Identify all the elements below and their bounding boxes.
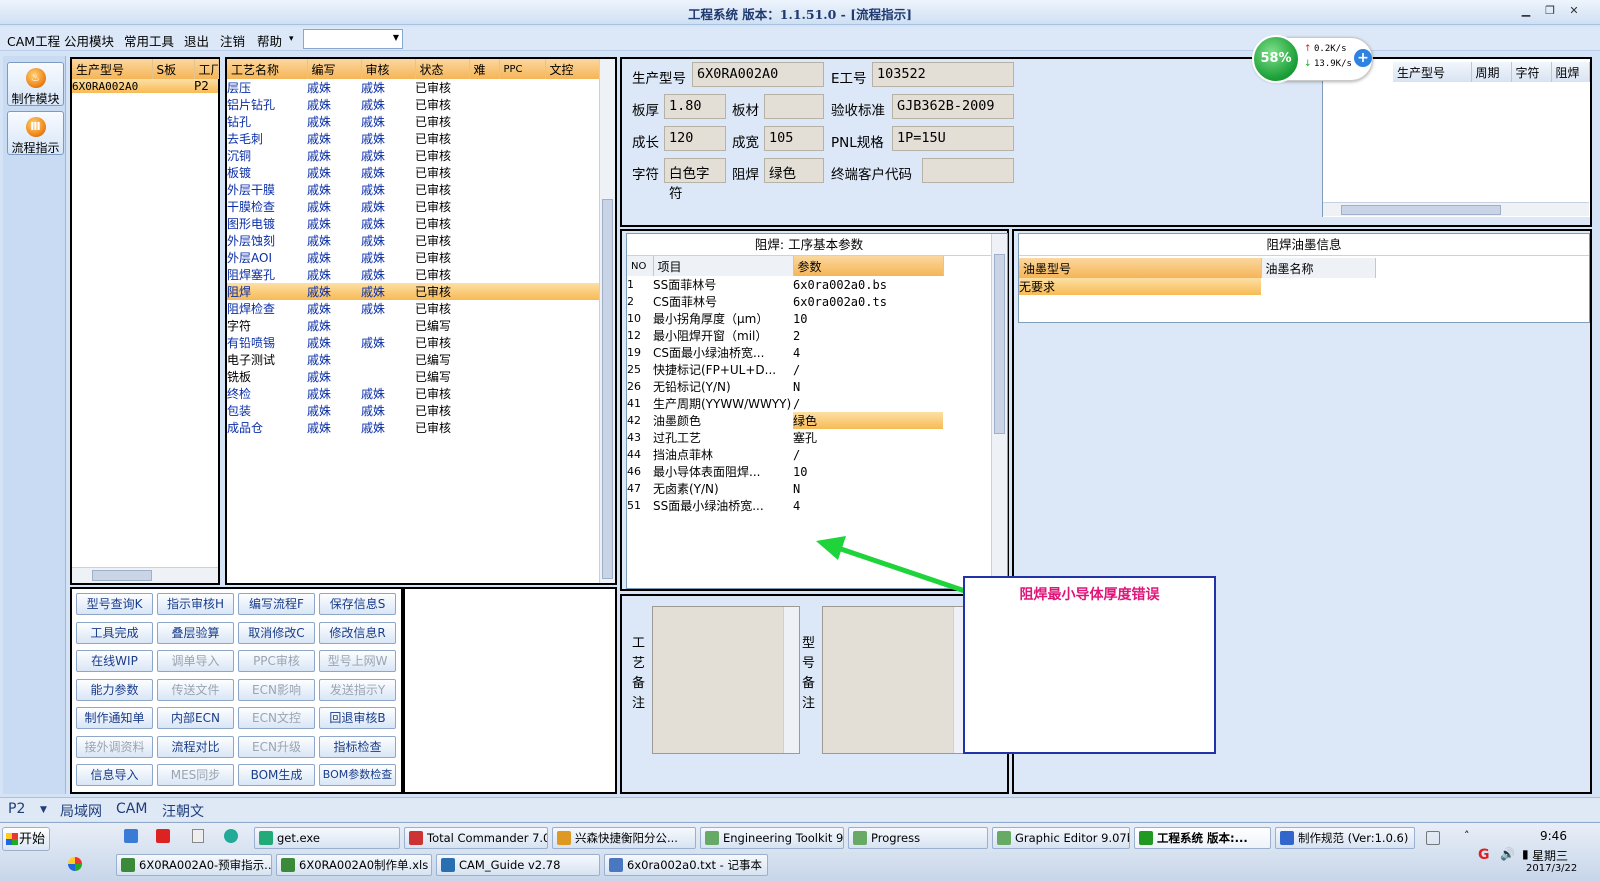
taskbar-get-exe[interactable]: get.exe <box>254 827 400 849</box>
clock-time[interactable]: 9:46 <box>1540 829 1567 843</box>
clock-weekday: 星期三 <box>1532 849 1569 863</box>
app-icon <box>409 831 423 845</box>
taskbar-pre-review-guide[interactable]: 6X0RA002A0-预审指示.... <box>116 854 272 876</box>
app-icon <box>441 858 455 872</box>
annotation-arrow-line <box>837 545 969 595</box>
keyboard-icon[interactable] <box>1426 831 1440 845</box>
app-icon[interactable] <box>68 857 82 871</box>
taskbar-make-spec[interactable]: 制作规范 (Ver:1.0.6) <box>1275 827 1415 849</box>
taskbar-graphic-editor[interactable]: Graphic Editor 9.07b2... <box>992 827 1130 849</box>
taskbar-engineering-system[interactable]: 工程系统 版本:... <box>1134 827 1271 849</box>
taskbar-notepad[interactable]: 6x0ra002a0.txt - 记事本 <box>604 854 768 876</box>
taskbar-progress[interactable]: Progress <box>848 827 988 849</box>
app-icon <box>609 858 623 872</box>
annotation-arrow-head <box>816 536 846 560</box>
tray-app-icon[interactable]: G <box>1478 847 1490 863</box>
annotation-callout: 阻焊最小导体厚度错误 <box>963 576 1216 754</box>
network-icon[interactable]: ▮ <box>1522 847 1529 861</box>
quicklaunch-icon[interactable] <box>124 829 138 843</box>
status-bar: P2 ▼ 局域网 CAM 汪朝文 <box>0 797 1600 821</box>
taskbar-label: 兴森快捷衡阳分公... <box>575 831 678 845</box>
taskbar-label: 制作规范 (Ver:1.0.6) <box>1298 831 1409 845</box>
clock-date: 2017/3/22 <box>1526 863 1578 874</box>
start-button[interactable]: 开始 <box>2 827 50 851</box>
taskbar-label: Graphic Editor 9.07b2... <box>1015 831 1129 845</box>
taskbar-label: Engineering Toolkit 9.... <box>723 831 844 845</box>
windows-logo-icon <box>6 833 18 845</box>
taskbar-label: CAM_Guide v2.78 <box>459 858 561 872</box>
annotation-arrow <box>816 536 969 595</box>
taskbar: 开始 get.exe Total Commander 7.0... 兴森快捷衡阳分公… <box>0 822 1600 881</box>
taskbar-label: 工程系统 版本:... <box>1157 831 1248 845</box>
taskbar-make-sheet-xls[interactable]: 6X0RA002A0制作单.xls ... <box>276 854 432 876</box>
app-icon <box>1280 831 1294 845</box>
taskbar-label: 6X0RA002A0-预审指示.... <box>139 858 272 872</box>
app-icon <box>853 831 867 845</box>
status-factory[interactable]: P2 <box>8 801 25 817</box>
app-icon <box>1139 831 1153 845</box>
document-icon[interactable] <box>192 829 204 843</box>
status-user: 汪朝文 <box>162 804 204 820</box>
app-icon <box>259 831 273 845</box>
taskbar-company-doc[interactable]: 兴森快捷衡阳分公... <box>552 827 696 849</box>
annotation-text: 阻焊最小导体厚度错误 <box>1019 587 1160 603</box>
app-icon <box>281 858 295 872</box>
status-factory-dropdown-icon[interactable]: ▼ <box>40 805 47 815</box>
app-icon <box>997 831 1011 845</box>
browser-icon[interactable] <box>224 829 238 843</box>
taskbar-label: 6X0RA002A0制作单.xls ... <box>299 858 432 872</box>
taskbar-engineering-toolkit[interactable]: Engineering Toolkit 9.... <box>700 827 844 849</box>
taskbar-label: Total Commander 7.0... <box>427 831 548 845</box>
app-icon <box>705 831 719 845</box>
app-icon <box>121 858 135 872</box>
tray-expand-icon[interactable]: ˄ <box>1464 829 1470 842</box>
volume-icon[interactable]: 🔊 <box>1500 847 1515 861</box>
taskbar-label: Progress <box>871 831 921 845</box>
start-label: 开始 <box>19 832 46 847</box>
pdf-icon[interactable] <box>156 829 170 843</box>
taskbar-label: 6x0ra002a0.txt - 记事本 <box>627 858 762 872</box>
status-network: 局域网 <box>60 804 102 820</box>
taskbar-total-commander[interactable]: Total Commander 7.0... <box>404 827 548 849</box>
taskbar-label: get.exe <box>277 831 320 845</box>
taskbar-cam-guide[interactable]: CAM_Guide v2.78 <box>436 854 600 876</box>
status-cam: CAM <box>116 801 148 817</box>
app-icon <box>557 831 571 845</box>
